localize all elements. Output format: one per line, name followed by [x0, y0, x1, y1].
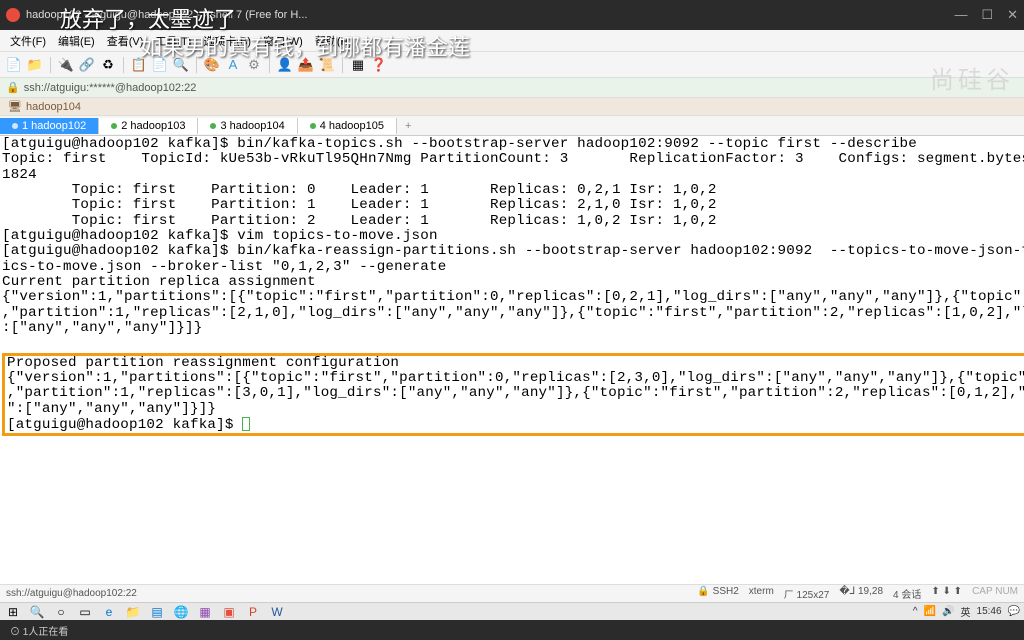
status-size: ㄏ 125x27	[784, 586, 830, 601]
search-icon[interactable]: 🔍	[28, 605, 46, 619]
terminal-cursor	[242, 417, 250, 431]
status-term: xterm	[749, 586, 774, 601]
statusbar: ssh://atguigu@hadoop102:22 🔒 SSH2 xterm …	[0, 584, 1024, 602]
open-icon[interactable]: 📁	[27, 57, 43, 73]
app3-icon[interactable]: ▣	[220, 605, 238, 619]
chrome-icon[interactable]: 🌐	[172, 605, 190, 619]
video-subtitle-2: 如果男的真有钱，到哪都有潘金莲	[140, 30, 470, 62]
windows-taskbar: ⊞ 🔍 ○ ▭ e 📁 ▤ 🌐 ▦ ▣ P W ^ 📶 🔊 英 15:46 💬	[0, 602, 1024, 620]
explorer-icon[interactable]: 📁	[124, 605, 142, 619]
maximize-button[interactable]: ☐	[981, 7, 993, 23]
taskview-icon[interactable]: ▭	[76, 605, 94, 619]
status-sessions: 4 会话	[893, 586, 921, 601]
menu-file[interactable]: 文件(F)	[6, 31, 50, 51]
status-ssh: 🔒 SSH2	[697, 586, 738, 601]
viewers-indicator: ⊙ 1人正在看	[10, 623, 68, 638]
tab-hadoop105[interactable]: 4 hadoop105	[298, 118, 397, 134]
tab-hadoop104[interactable]: 3 hadoop104	[198, 118, 297, 134]
tab-hadoop102[interactable]: 1 hadoop102	[0, 118, 99, 134]
status-indicators: ⬆ ⬇ ⬆	[931, 586, 962, 601]
close-button[interactable]: ✕	[1007, 7, 1018, 23]
notification-icon[interactable]: 💬	[1008, 606, 1020, 617]
status-connection: ssh://atguigu@hadoop102:22	[6, 588, 137, 599]
clock[interactable]: 15:46	[977, 606, 1002, 617]
workspace-label: hadoop104	[26, 101, 81, 113]
minimize-button[interactable]: —	[954, 7, 967, 23]
terminal-tabs: 1 hadoop102 2 hadoop103 3 hadoop104 4 ha…	[0, 116, 1024, 136]
connect-icon[interactable]: 🔌	[58, 57, 74, 73]
reconnect-icon[interactable]: ♻	[100, 57, 116, 73]
lock-icon: 🔒	[6, 81, 20, 94]
app1-icon[interactable]: ▤	[148, 605, 166, 619]
video-controls-strip: ⊙ 1人正在看	[0, 620, 1024, 640]
tab-add-button[interactable]: +	[397, 118, 419, 134]
cortana-icon[interactable]: ○	[52, 605, 70, 619]
disconnect-icon[interactable]: 🔗	[79, 57, 95, 73]
word-icon[interactable]: W	[268, 605, 286, 619]
terminal-output[interactable]: [atguigu@hadoop102 kafka]$ bin/kafka-top…	[0, 136, 1024, 582]
wifi-icon[interactable]: 📶	[924, 606, 936, 617]
system-tray: ^ 📶 🔊 英 15:46 💬	[913, 604, 1020, 619]
watermark-logo: 尚硅谷	[930, 60, 1014, 95]
volume-icon[interactable]: 🔊	[942, 606, 954, 617]
status-cap: CAP NUM	[972, 586, 1018, 601]
connection-bar: 🔒 ssh://atguigu:******@hadoop102:22	[0, 78, 1024, 98]
highlighted-output: Proposed partition reassignment configur…	[2, 353, 1024, 436]
start-button[interactable]: ⊞	[4, 605, 22, 619]
workspace-tab[interactable]: 🖥 hadoop104	[0, 98, 1024, 116]
status-pos: �⅃ 19,28	[839, 586, 883, 601]
new-session-icon[interactable]: 📄	[6, 57, 22, 73]
connection-string: ssh://atguigu:******@hadoop102:22	[24, 82, 197, 94]
tray-up-icon[interactable]: ^	[913, 606, 918, 617]
app2-icon[interactable]: ▦	[196, 605, 214, 619]
edge-icon[interactable]: e	[100, 605, 118, 619]
app-icon	[6, 8, 20, 22]
ws-icon: 🖥	[8, 100, 22, 113]
ime-indicator[interactable]: 英	[961, 604, 971, 619]
tab-hadoop103[interactable]: 2 hadoop103	[99, 118, 198, 134]
ppt-icon[interactable]: P	[244, 605, 262, 619]
